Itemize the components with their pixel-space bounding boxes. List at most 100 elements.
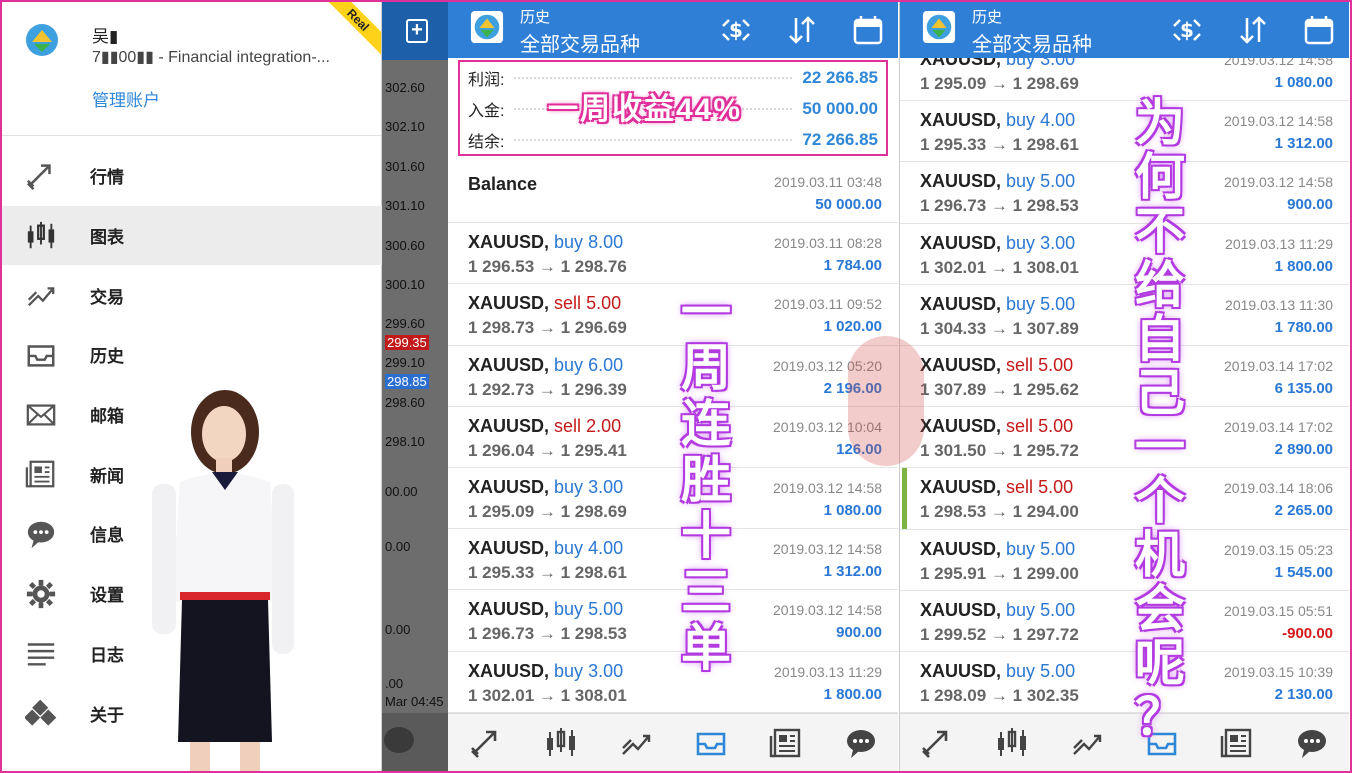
quotes-icon[interactable]: [919, 726, 955, 760]
deal-symbol: XAUUSD, buy 5.00: [468, 599, 623, 620]
balance-row[interactable]: Balance 2019.03.11 03:48 50 000.00: [448, 162, 898, 224]
price-tick: 301.10: [385, 198, 425, 213]
deal-profit: 1 080.00: [823, 501, 882, 519]
deal-side: buy: [554, 599, 584, 620]
symbol-name: XAUUSD,: [920, 293, 1002, 314]
deal-row[interactable]: XAUUSD, sell 5.00 1 307.89 → 1 295.62 2019…: [900, 345, 1349, 408]
calendar-icon[interactable]: [852, 14, 884, 46]
deal-profit: 2 265.00: [1274, 502, 1333, 520]
price-tick: 0.00: [385, 622, 411, 637]
deal-row[interactable]: XAUUSD, buy 5.00 1 295.91 → 1 299.00 2019.…: [900, 529, 1349, 591]
deal-date: 2019.03.14 18:06: [1224, 480, 1333, 497]
symbol-filter[interactable]: 全部交易品种: [520, 28, 640, 57]
caption-char: 一: [681, 284, 731, 340]
sort-icon[interactable]: [786, 14, 818, 46]
quotes-icon[interactable]: [468, 726, 504, 760]
deal-row[interactable]: XAUUSD, buy 3.00 1 302.01 → 1 308.01 2019.…: [448, 651, 898, 713]
deal-volume: 3.00: [588, 476, 624, 497]
menu-item-quotes[interactable]: 行情: [2, 146, 382, 206]
manage-accounts-link[interactable]: 管理账户: [92, 86, 160, 111]
trade-icon[interactable]: [618, 726, 654, 760]
price-tick: 299.35: [385, 335, 429, 350]
menu-item-label: 关于: [90, 705, 124, 725]
symbol-name: XAUUSD,: [468, 415, 550, 436]
deal-volume: 5.00: [1040, 599, 1076, 620]
winning-streak-caption: 一周连胜十三单: [676, 284, 736, 676]
mail-icon: [24, 398, 58, 432]
about-icon: [24, 696, 58, 730]
deposit-value: 50 000.00: [802, 98, 878, 118]
weekly-return-banner: 一周收益44%: [548, 93, 743, 126]
deal-volume: 4.00: [588, 538, 624, 559]
deal-row[interactable]: XAUUSD, sell 5.00 1 298.53 → 1 294.00 2019…: [900, 468, 1349, 530]
symbol-name: XAUUSD,: [920, 171, 1002, 192]
deal-row[interactable]: XAUUSD, buy 6.00 1 292.73 → 1 296.39 2019.…: [448, 345, 898, 407]
price-tick: .00: [385, 676, 404, 691]
deal-row[interactable]: XAUUSD, sell 2.00 1 296.04 → 1 295.41 2019…: [448, 406, 898, 468]
caption-char: 会: [1135, 581, 1185, 637]
history-panel-2: XAUUSD, buy 3.00 1 295.09 → 1 298.69 2019.…: [899, 2, 1349, 771]
deal-profit: 1 312.00: [1274, 135, 1333, 153]
deal-volume: 6.00: [588, 354, 624, 375]
news-icon[interactable]: [768, 726, 804, 760]
deal-profit: 1 780.00: [1274, 318, 1333, 336]
history-icon[interactable]: [693, 726, 729, 760]
deal-side: buy: [1006, 232, 1036, 253]
deal-row[interactable]: XAUUSD, buy 5.00 1 299.52 → 1 297.72 2019.…: [900, 590, 1349, 652]
deal-prices: 1 295.91 → 1 299.00: [920, 563, 1079, 583]
deal-row[interactable]: XAUUSD, buy 5.00 1 296.73 → 1 298.53 2019.…: [900, 162, 1349, 224]
deal-volume: 3.00: [588, 660, 624, 681]
deal-row[interactable]: XAUUSD, buy 4.00 1 295.33 → 1 298.61 2019.…: [448, 529, 898, 591]
deal-symbol: Balance: [468, 174, 537, 195]
deal-volume: 5.00: [1040, 660, 1076, 681]
symbol-name: XAUUSD,: [468, 354, 550, 375]
news-icon[interactable]: [1219, 726, 1255, 760]
menu-item-chart[interactable]: 图表: [2, 205, 382, 266]
deal-date: 2019.03.12 14:58: [1224, 113, 1333, 130]
chat-icon[interactable]: [843, 726, 879, 760]
deal-date: 2019.03.15 10:39: [1224, 663, 1333, 680]
deal-prices: 1 295.33 → 1 298.61: [920, 135, 1079, 155]
drawer-header: 吴▮ 7▮▮00▮▮ - Financial integration-... 管…: [2, 2, 381, 136]
deal-symbol: XAUUSD, buy 3.00: [468, 477, 623, 498]
news-icon: [24, 457, 58, 491]
deal-side: sell: [554, 415, 582, 436]
symbol-name: XAUUSD,: [920, 416, 1002, 437]
deal-row[interactable]: XAUUSD, sell 5.00 1 298.73 → 1 296.69 2019…: [448, 284, 898, 346]
new-order-button[interactable]: +: [382, 2, 448, 60]
deal-symbol: XAUUSD, sell 2.00: [468, 416, 621, 437]
deal-row[interactable]: XAUUSD, buy 5.00 1 298.09 → 1 302.35 2019.…: [900, 651, 1349, 714]
chart-icon[interactable]: [994, 726, 1030, 760]
sort-icon[interactable]: [1237, 14, 1269, 46]
deal-row[interactable]: XAUUSD, buy 5.00 1 296.73 → 1 298.53 2019.…: [448, 590, 898, 652]
deal-symbol: XAUUSD, buy 3.00: [468, 661, 623, 682]
deal-symbol: XAUUSD, buy 5.00: [920, 600, 1075, 621]
deal-prices: 1 296.04 → 1 295.41: [468, 440, 627, 460]
calendar-icon[interactable]: [1303, 14, 1335, 46]
chat-icon[interactable]: [1294, 726, 1330, 760]
deal-prices: 1 295.33 → 1 298.61: [468, 563, 627, 583]
deal-prices: 1 296.73 → 1 298.53: [920, 196, 1079, 216]
history-title: 历史: [972, 9, 1003, 26]
deal-row[interactable]: XAUUSD, buy 8.00 1 296.53 → 1 298.76 2019.…: [448, 223, 898, 285]
deal-profit: 1 800.00: [1274, 257, 1333, 275]
deal-row[interactable]: XAUUSD, buy 4.00 1 295.33 → 1 298.61 2019.…: [900, 101, 1349, 163]
chart-icon[interactable]: [543, 726, 579, 760]
symbol-name: Balance: [468, 174, 538, 194]
currency-filter-icon[interactable]: $: [720, 14, 752, 46]
deal-symbol: XAUUSD, sell 5.00: [920, 355, 1073, 376]
symbol-filter[interactable]: 全部交易品种: [972, 28, 1092, 57]
deal-row[interactable]: XAUUSD, sell 5.00 1 301.50 → 1 295.72 2019…: [900, 407, 1349, 469]
currency-filter-icon[interactable]: $: [1171, 14, 1203, 46]
menu-item-trade[interactable]: 交易: [2, 265, 382, 325]
trade-icon[interactable]: [1069, 726, 1105, 760]
caption-char: 十: [681, 508, 731, 564]
price-tick: 299.60: [385, 316, 425, 331]
caption-char: 为: [1135, 95, 1185, 151]
balance-label: 结余:: [468, 133, 505, 151]
deal-row[interactable]: XAUUSD, buy 3.00 1 302.01 → 1 308.01 2019.…: [900, 223, 1349, 285]
deal-row[interactable]: XAUUSD, buy 3.00 1 295.09 → 1 298.69 2019.…: [448, 467, 898, 530]
deal-row[interactable]: XAUUSD, buy 5.00 1 304.33 → 1 307.89 2019.…: [900, 284, 1349, 346]
deal-symbol: XAUUSD, buy 5.00: [920, 539, 1075, 560]
chat-icon[interactable]: [384, 727, 414, 753]
